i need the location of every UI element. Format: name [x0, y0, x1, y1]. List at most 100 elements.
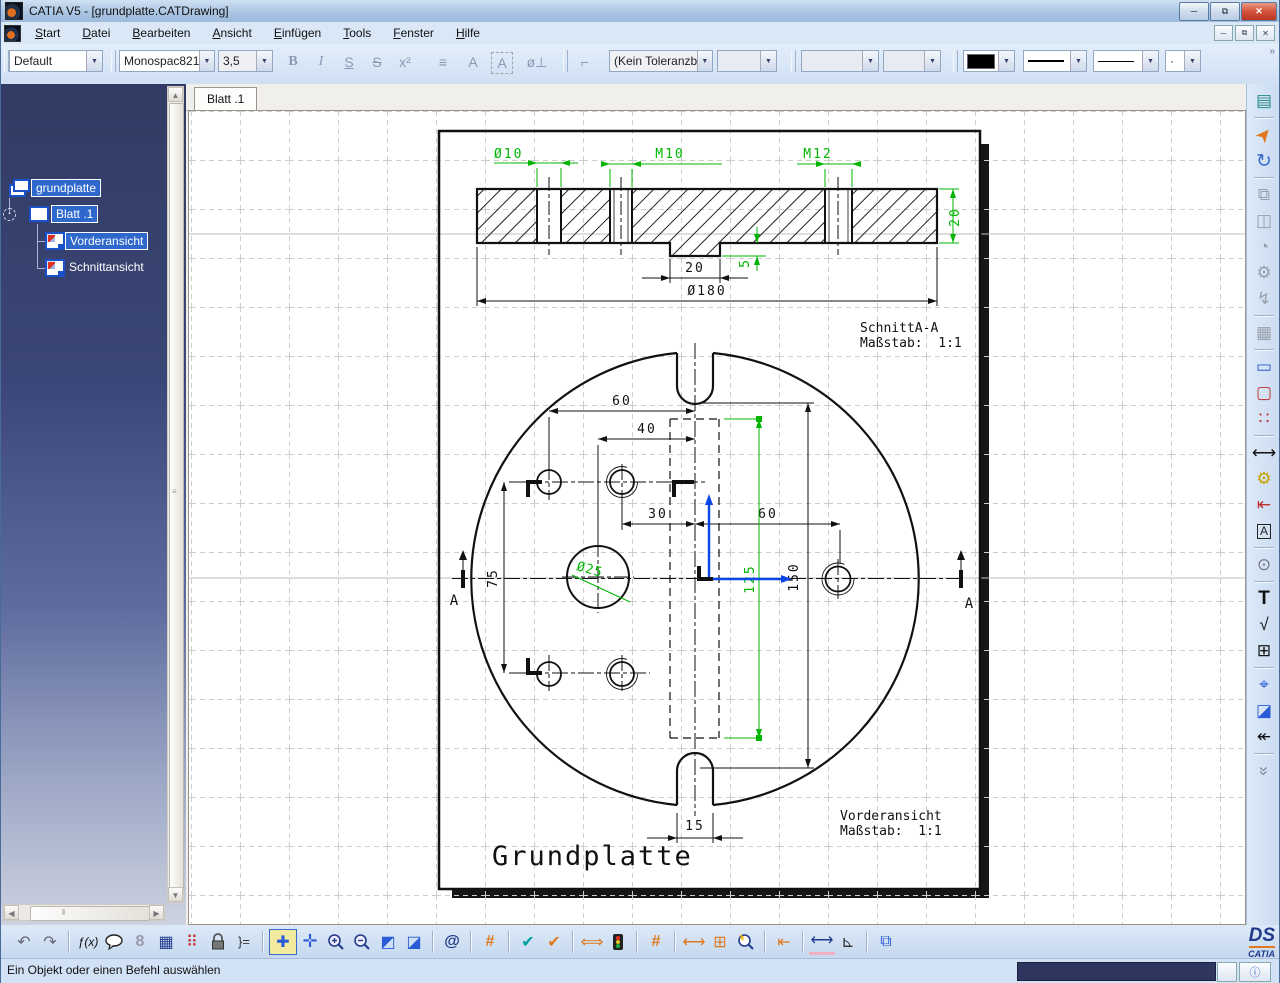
scroll-up-arrow[interactable]: ▲ — [168, 87, 183, 102]
normal-view-icon[interactable]: ◩ — [375, 930, 401, 954]
dim-60-right[interactable]: 60 — [758, 507, 778, 522]
measure-between-icon[interactable]: ⟷ — [809, 928, 835, 955]
comment-icon[interactable] — [101, 930, 127, 954]
color-combo[interactable]: ▼ — [963, 50, 1015, 72]
new-view-icon[interactable]: ⧉ — [1250, 182, 1278, 208]
clipping-view-icon[interactable]: ⚙ — [1250, 260, 1278, 286]
chevron-down-icon[interactable]: ▼ — [199, 51, 214, 71]
drawing-canvas[interactable]: Ø10 M10 M12 20 5 20 Ø180 — [189, 111, 1245, 924]
generate-dimensions-icon[interactable]: ⟺ — [579, 930, 605, 954]
power-input-field[interactable] — [1017, 962, 1216, 981]
anchor-point-button[interactable]: ⌐ — [573, 50, 597, 74]
chevron-down-icon[interactable]: ▼ — [1142, 51, 1158, 71]
line-thickness-combo[interactable]: ▼ — [1023, 50, 1087, 72]
work-grid-icon[interactable]: # — [643, 930, 669, 954]
table-icon[interactable]: ⊞ — [1250, 638, 1278, 664]
expander-icon[interactable]: - — [3, 208, 16, 221]
text-anchor-button[interactable]: A — [461, 50, 485, 74]
knowledge-book-icon[interactable]: ⧉ — [873, 930, 899, 954]
tree-vertical-scrollbar[interactable]: ▲ ≡ ▼ — [167, 86, 184, 903]
menu-start[interactable]: Start — [27, 24, 68, 42]
graphic-style-combo[interactable]: Default▼ — [9, 50, 103, 72]
filter-magnifier-icon[interactable] — [733, 930, 759, 954]
driving-dimension-icon[interactable]: ⚙ — [1250, 466, 1278, 492]
drawing-root-icon[interactable] — [9, 179, 27, 195]
analysis-display-icon[interactable] — [605, 930, 631, 954]
close-button[interactable]: ✕ — [1241, 2, 1277, 21]
toolbar-handle[interactable] — [111, 50, 116, 72]
italic-button[interactable]: I — [309, 50, 333, 74]
chevron-down-icon[interactable]: ▼ — [86, 51, 102, 71]
instantiate-2d-icon[interactable]: ∷ — [1250, 406, 1278, 432]
structure-tree-icon[interactable]: ⠿ — [179, 930, 205, 954]
tree-item-vorderansicht[interactable]: Vorderansicht — [65, 232, 148, 250]
zoom-out-icon[interactable] — [349, 930, 375, 954]
dim-75[interactable]: 75 — [486, 568, 501, 588]
tree-item-sheet[interactable]: Blatt .1 — [51, 205, 98, 223]
status-blank-button[interactable] — [1217, 962, 1237, 982]
sheet-views-icon[interactable]: ▤ — [1250, 88, 1278, 114]
dim-30[interactable]: 30 — [648, 507, 668, 522]
text-icon[interactable]: T — [1250, 586, 1278, 612]
dim-40[interactable]: 40 — [637, 422, 657, 437]
chevron-down-icon[interactable]: ▼ — [998, 51, 1014, 71]
scrollbar-thumb[interactable] — [169, 103, 184, 889]
sheet-layout-icon[interactable]: ▦ — [1250, 320, 1278, 346]
dimension-line-icon[interactable]: ⟷ — [681, 930, 707, 954]
bold-button[interactable]: B — [281, 50, 305, 74]
toolbar-overflow-chevron[interactable]: » — [1269, 46, 1275, 57]
scroll-left-arrow[interactable]: ◀ — [4, 905, 19, 920]
dim-150[interactable]: 150 — [787, 562, 802, 591]
dimension-frame-icon[interactable]: ⊞ — [707, 930, 733, 954]
arrow-icon[interactable]: ↞ — [1250, 724, 1278, 750]
dim-hole-diameter[interactable]: Ø10 — [494, 147, 523, 162]
help-button[interactable]: ⓘ — [1239, 962, 1271, 982]
undo-icon[interactable]: ↶ — [11, 930, 37, 954]
frame-type-button[interactable]: A — [491, 52, 513, 74]
measure-item-icon[interactable]: ⊾ — [835, 930, 861, 954]
dimension-analysis-icon[interactable]: ⇤ — [771, 930, 797, 954]
chevron-down-icon[interactable]: ▼ — [1184, 51, 1200, 71]
lock-icon[interactable] — [205, 930, 231, 954]
toolbar-more-chevron[interactable]: » — [1251, 757, 1277, 785]
area-fill-icon[interactable]: ◪ — [1250, 698, 1278, 724]
menu-bearbeiten[interactable]: Bearbeiten — [124, 24, 198, 42]
isometric-view-icon[interactable]: ◪ — [401, 930, 427, 954]
new-sheet-icon[interactable]: ▭ — [1250, 354, 1278, 380]
menu-tools[interactable]: Tools — [335, 24, 379, 42]
tolerance-value-combo[interactable]: ▼ — [717, 50, 777, 72]
formula-icon[interactable]: √ — [1250, 612, 1278, 638]
grid-icon[interactable]: # — [477, 930, 503, 954]
dim-groove-width[interactable]: 20 — [685, 261, 705, 276]
update-view-icon[interactable]: ↯ — [1250, 286, 1278, 312]
title-bar[interactable]: CATIA V5 - [grundplatte.CATDrawing] ─ ⧉ … — [1, 0, 1280, 22]
toolbar-handle[interactable] — [791, 50, 796, 72]
dim-thread-m12[interactable]: M12 — [803, 147, 832, 162]
zoom-in-icon[interactable] — [323, 930, 349, 954]
formula-fx-icon[interactable]: ƒ(x) — [75, 930, 101, 954]
scroll-down-arrow[interactable]: ▼ — [168, 887, 183, 902]
toolbar-handle[interactable] — [953, 50, 958, 72]
point-type-combo[interactable]: ·▼ — [1165, 50, 1201, 72]
dim-outer-diameter[interactable]: Ø180 — [687, 284, 726, 299]
detail-view-icon[interactable]: ◔ — [1250, 234, 1278, 260]
tolerance-combo[interactable]: (Kein Toleranzb▼ — [609, 50, 713, 72]
create-constraints-icon[interactable]: ✔ — [541, 930, 567, 954]
parameters-icon[interactable]: }= — [231, 930, 257, 954]
balloon-icon[interactable]: ⊙ — [1250, 552, 1278, 578]
dim-thread-m10[interactable]: M10 — [655, 147, 684, 162]
superscript-button[interactable]: x² — [393, 50, 417, 74]
chained-dimension-icon[interactable]: ⇤ — [1250, 492, 1278, 518]
dim-groove-depth[interactable]: 5 — [738, 260, 753, 268]
chevron-down-icon[interactable]: ▼ — [697, 51, 712, 71]
menu-ansicht[interactable]: Ansicht — [204, 24, 259, 42]
axis-line-icon[interactable]: ⌖ — [1250, 672, 1278, 698]
text-with-frame-icon[interactable]: A — [1250, 518, 1278, 544]
precision-combo[interactable]: ▼ — [883, 50, 941, 72]
view-icon[interactable] — [45, 232, 65, 250]
restore-button[interactable]: ⧉ — [1210, 2, 1240, 21]
doc-close-button[interactable]: ✕ — [1256, 25, 1275, 41]
numeric-display-combo[interactable]: ▼ — [801, 50, 879, 72]
sheet-icon[interactable] — [29, 206, 49, 222]
scrollbar-thumb[interactable] — [30, 906, 150, 921]
